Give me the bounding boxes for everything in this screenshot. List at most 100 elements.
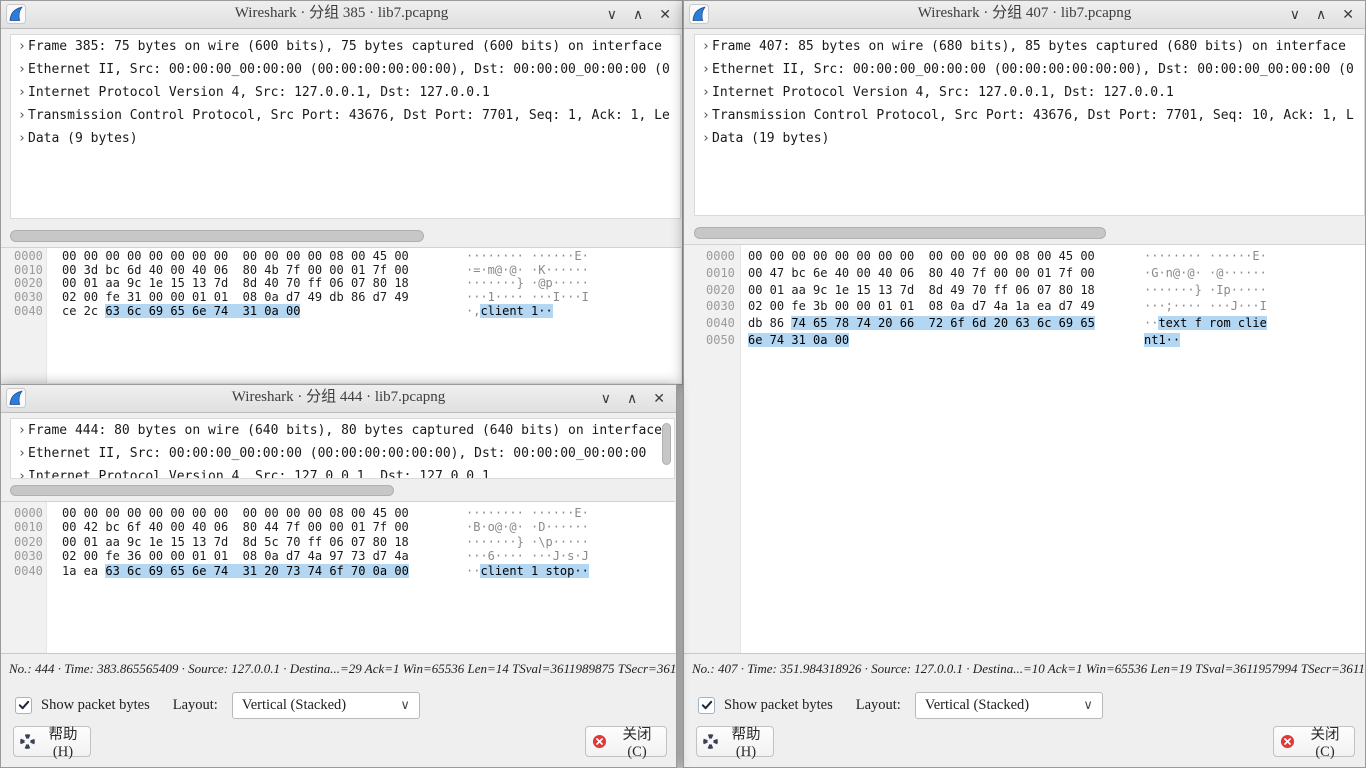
- close-button[interactable]: ✕: [1342, 7, 1354, 23]
- expander-icon[interactable]: ›: [695, 85, 712, 100]
- wireshark-packet-dialog-444: Wireshark · 分组 444 · lib7.pcapng ∨ ∧ ✕ ›…: [0, 384, 677, 768]
- hex-row[interactable]: 000000 00 00 00 00 00 00 00 00 00 00 00 …: [1, 506, 675, 520]
- layout-select[interactable]: Vertical (Stacked) ∨: [915, 692, 1103, 719]
- hex-row[interactable]: 000000 00 00 00 00 00 00 00 00 00 00 00 …: [684, 248, 1365, 265]
- show-packet-bytes-checkbox[interactable]: [698, 697, 715, 714]
- hex-bytes: 6e 74 31 0a 00: [748, 332, 1100, 349]
- minimize-button[interactable]: ∨: [1290, 7, 1300, 23]
- maximize-button[interactable]: ∧: [1316, 7, 1326, 23]
- close-circle-icon: [592, 734, 607, 749]
- close-button[interactable]: ✕: [659, 7, 671, 23]
- hex-dump-pane: 000000 00 00 00 00 00 00 00 00 00 00 00 …: [1, 247, 681, 383]
- hex-row[interactable]: 002000 01 aa 9c 1e 15 13 7d 8d 40 70 ff …: [1, 277, 681, 291]
- hex-row[interactable]: 003002 00 fe 36 00 00 01 01 08 0a d7 4a …: [1, 549, 675, 563]
- tree-row-ip[interactable]: ›Internet Protocol Version 4, Src: 127.0…: [11, 85, 680, 108]
- horizontal-scrollbar[interactable]: [10, 230, 424, 242]
- hex-ascii: ········ ······E·: [466, 250, 589, 264]
- title-bar[interactable]: Wireshark · 分组 444 · lib7.pcapng ∨ ∧ ✕: [1, 385, 676, 413]
- window-title: Wireshark · 分组 407 · lib7.pcapng: [754, 1, 1295, 22]
- tree-row-frame[interactable]: ›Frame 407: 85 bytes on wire (680 bits),…: [695, 39, 1364, 62]
- tree-row-frame[interactable]: ›Frame 385: 75 bytes on wire (600 bits),…: [11, 39, 680, 62]
- hex-dump-pane: 000000 00 00 00 00 00 00 00 00 00 00 00 …: [684, 244, 1365, 653]
- expander-icon[interactable]: ›: [695, 62, 712, 77]
- wireshark-packet-dialog-407: Wireshark · 分组 407 · lib7.pcapng ∨ ∧ ✕ ›…: [683, 0, 1366, 768]
- hex-offset: 0040: [1, 564, 47, 578]
- expander-icon[interactable]: ›: [11, 446, 28, 461]
- horizontal-scrollbar[interactable]: [10, 485, 394, 496]
- minimize-button[interactable]: ∨: [601, 391, 611, 407]
- hex-row[interactable]: 0040db 86 74 65 78 74 20 66 72 6f 6d 20 …: [684, 315, 1365, 332]
- tree-row-ip[interactable]: ›Internet Protocol Version 4, Src: 127.0…: [11, 469, 674, 479]
- hex-row[interactable]: 001000 47 bc 6e 40 00 40 06 80 40 7f 00 …: [684, 265, 1365, 282]
- hex-row[interactable]: 0040ce 2c 63 6c 69 65 6e 74 31 0a 00·,cl…: [1, 305, 681, 319]
- layout-label: Layout:: [856, 697, 901, 714]
- maximize-button[interactable]: ∧: [627, 391, 637, 407]
- help-button[interactable]: 帮助(H): [13, 726, 91, 757]
- chevron-down-icon: ∨: [400, 698, 410, 713]
- expander-icon[interactable]: ›: [11, 39, 28, 54]
- minimize-button[interactable]: ∨: [607, 7, 617, 23]
- hex-ascii: ··client 1 stop··: [466, 564, 589, 578]
- hex-row[interactable]: 00401a ea 63 6c 69 65 6e 74 31 20 73 74 …: [1, 564, 675, 578]
- hex-row[interactable]: 002000 01 aa 9c 1e 15 13 7d 8d 5c 70 ff …: [1, 535, 675, 549]
- expander-icon[interactable]: ›: [695, 39, 712, 54]
- hex-offset: 0000: [1, 506, 47, 520]
- hex-ascii: ···1···· ···I···I: [466, 291, 589, 305]
- hex-row[interactable]: 003002 00 fe 3b 00 00 01 01 08 0a d7 4a …: [684, 298, 1365, 315]
- expander-icon[interactable]: ›: [695, 108, 712, 123]
- close-dialog-button[interactable]: 关闭(C): [585, 726, 667, 757]
- hex-offset: 0020: [1, 277, 47, 291]
- title-bar[interactable]: Wireshark · 分组 407 · lib7.pcapng ∨ ∧ ✕: [684, 1, 1365, 29]
- hex-ascii: ········ ······E·: [1144, 248, 1267, 265]
- expander-icon[interactable]: ›: [11, 62, 28, 77]
- wireshark-packet-dialog-385: Wireshark · 分组 385 · lib7.pcapng ∨ ∧ ✕ ›…: [0, 0, 683, 385]
- hex-ascii: ·······} ·Ip·····: [1144, 282, 1267, 299]
- vertical-scrollbar[interactable]: [662, 423, 671, 465]
- help-button[interactable]: 帮助(H): [696, 726, 774, 757]
- hex-row[interactable]: 000000 00 00 00 00 00 00 00 00 00 00 00 …: [1, 250, 681, 264]
- expander-icon[interactable]: ›: [11, 423, 28, 438]
- close-circle-icon: [1280, 734, 1295, 749]
- expander-icon[interactable]: ›: [695, 131, 712, 146]
- hex-offset: 0010: [1, 520, 47, 534]
- hex-offset: 0010: [1, 264, 47, 278]
- maximize-button[interactable]: ∧: [633, 7, 643, 23]
- hex-row[interactable]: 002000 01 aa 9c 1e 15 13 7d 8d 49 70 ff …: [684, 282, 1365, 299]
- hex-ascii: ·=·m@·@· ·K······: [466, 264, 589, 278]
- expander-icon[interactable]: ›: [11, 469, 28, 479]
- tree-row-data[interactable]: ›Data (19 bytes): [695, 131, 1364, 154]
- layout-select-value: Vertical (Stacked): [925, 697, 1083, 714]
- show-packet-bytes-checkbox[interactable]: [15, 697, 32, 714]
- packet-detail-tree: ›Frame 385: 75 bytes on wire (600 bits),…: [10, 34, 681, 219]
- expander-icon[interactable]: ›: [11, 85, 28, 100]
- horizontal-scrollbar[interactable]: [694, 227, 1106, 239]
- title-bar[interactable]: Wireshark · 分组 385 · lib7.pcapng ∨ ∧ ✕: [1, 1, 682, 29]
- hex-bytes: 02 00 fe 31 00 00 01 01 08 0a d7 49 db 8…: [62, 291, 414, 305]
- hex-bytes: 00 3d bc 6d 40 00 40 06 80 4b 7f 00 00 0…: [62, 264, 414, 278]
- tree-row-ethernet[interactable]: ›Ethernet II, Src: 00:00:00_00:00:00 (00…: [695, 62, 1364, 85]
- hex-offset: 0020: [1, 535, 47, 549]
- hex-row[interactable]: 003002 00 fe 31 00 00 01 01 08 0a d7 49 …: [1, 291, 681, 305]
- tree-row-ip[interactable]: ›Internet Protocol Version 4, Src: 127.0…: [695, 85, 1364, 108]
- hex-ascii: ·······} ·\p·····: [466, 535, 589, 549]
- tree-row-ethernet[interactable]: ›Ethernet II, Src: 00:00:00_00:00:00 (00…: [11, 62, 680, 85]
- tree-row-data[interactable]: ›Data (9 bytes): [11, 131, 680, 154]
- close-button[interactable]: ✕: [653, 391, 665, 407]
- hex-offset: 0000: [1, 250, 47, 264]
- hex-bytes: 00 42 bc 6f 40 00 40 06 80 44 7f 00 00 0…: [62, 520, 414, 534]
- expander-icon[interactable]: ›: [11, 108, 28, 123]
- tree-row-frame[interactable]: ›Frame 444: 80 bytes on wire (640 bits),…: [11, 423, 674, 446]
- packet-detail-tree: ›Frame 444: 80 bytes on wire (640 bits),…: [10, 418, 675, 479]
- expander-icon[interactable]: ›: [11, 131, 28, 146]
- tree-row-tcp[interactable]: ›Transmission Control Protocol, Src Port…: [11, 108, 680, 131]
- tree-row-tcp[interactable]: ›Transmission Control Protocol, Src Port…: [695, 108, 1364, 131]
- tree-row-ethernet[interactable]: ›Ethernet II, Src: 00:00:00_00:00:00 (00…: [11, 446, 674, 469]
- hex-offset: 0030: [684, 298, 740, 315]
- help-icon: [703, 734, 718, 749]
- close-dialog-button[interactable]: 关闭(C): [1273, 726, 1355, 757]
- hex-row[interactable]: 00506e 74 31 0a 00nt1··: [684, 332, 1365, 349]
- hex-ascii: nt1··: [1144, 332, 1180, 349]
- hex-row[interactable]: 0010 00 3d bc 6d 40 00 40 06 80 4b 7f 00 …: [1, 264, 681, 278]
- layout-select[interactable]: Vertical (Stacked) ∨: [232, 692, 420, 719]
- hex-row[interactable]: 0010 00 42 bc 6f 40 00 40 06 80 44 7f 00 …: [1, 520, 675, 534]
